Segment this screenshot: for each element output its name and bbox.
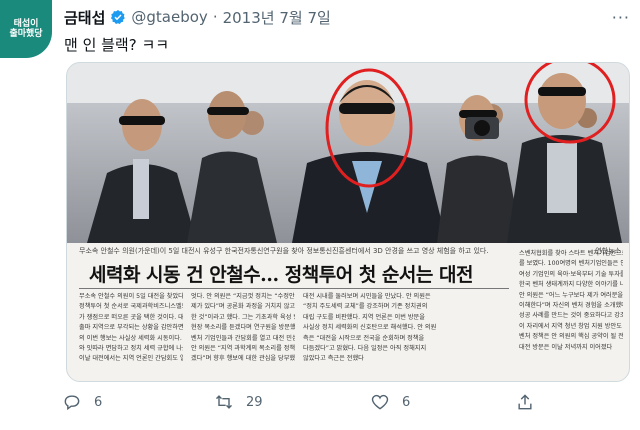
verified-badge-icon xyxy=(111,10,126,24)
reply-icon xyxy=(64,395,80,411)
more-options-icon[interactable]: ··· xyxy=(612,8,630,27)
share-button[interactable] xyxy=(515,392,535,412)
column-line: “정치 주도세력 교체”를 강조하며 기존 정치권의 xyxy=(303,303,428,311)
column-line: 제가 있다”며 공론화 과정을 거치지 않고 일방적으로 xyxy=(191,303,295,311)
tweet-media[interactable]: 무소속 안철수 의원(가운데)이 5일 대전시 유성구 한국전자통신연구원을 찾… xyxy=(66,62,630,382)
column-line: 측은 “대전을 시작으로 전국을 순회하며 정책을 xyxy=(303,334,425,342)
column-line: 벤처 정책은 안 의원의 핵심 공약이 될 전망이다 xyxy=(519,333,623,341)
avatar-text: 태섭이 출마했당 xyxy=(9,19,43,39)
column-line: 정책투어 첫 순서로 국제과학비즈니스벨트 수정 문제 xyxy=(79,303,183,311)
column-line: 의 이번 행보는 사실상 세력화 시동이다. 지역 인사 xyxy=(79,334,183,342)
tweet-actions: 6 29 6 xyxy=(60,392,630,416)
column-line: 여성 기업인의 육아·보육부터 기술 투자를 키우는 xyxy=(519,270,623,278)
column-line: 대전 방문은 이날 저녁까지 이어졌다 xyxy=(519,343,613,351)
column-line: 와 잇따라 면담하고 정치 세력 규합에 나섰다 xyxy=(79,344,183,352)
news-photo xyxy=(67,63,629,243)
avatar[interactable]: 태섭이 출마했당 xyxy=(0,0,52,58)
article-column-4: 스벤처협회를 찾아 스타트 벤처기업인으로서의 면모 를 보였다. 100여명의… xyxy=(519,249,623,353)
column-line: 한 것”이라고 했다. 그는 기초과학 육성 방안에 대해 xyxy=(191,313,295,321)
column-line: 한국 벤처 생태계까지 다양한 이야기를 나눴다 xyxy=(519,281,623,289)
article-column-2: 엇다. 안 의원은 “지금껏 정치는 “수정안에 두 가지 문 제가 있다”며 … xyxy=(191,292,295,365)
reply-count: 6 xyxy=(94,394,103,410)
column-line: 출마 지역으로 부각되는 상황을 감안하면 안 의원 xyxy=(79,324,183,332)
column-line: 겠다”며 향후 행보에 대한 관심을 당부했다 xyxy=(191,355,295,363)
tweet-text: 맨 인 블랙? ㅋㅋ xyxy=(64,36,170,54)
retweet-button[interactable]: 29 xyxy=(214,392,263,412)
column-line: 안 의원은 “어느 누구보다 제가 여러분을 잘 xyxy=(519,291,623,299)
article-column-3: 대전 시내를 둘러보며 시민들을 만났다. 안 의원은 “정치 주도세력 교체”… xyxy=(303,292,513,365)
column-line: 대전 시내를 둘러보며 시민들을 만났다. 안 의원은 xyxy=(303,293,431,300)
reply-button[interactable]: 6 xyxy=(62,392,102,412)
column-line: 무소속 안철수 의원이 5일 대전을 찾았다. 지역 xyxy=(79,293,183,300)
column-line: 사실상 정치 세력화의 신호탄으로 해석했다. 안 의원 xyxy=(303,324,437,332)
timestamp[interactable]: 2013년 7월 7일 xyxy=(223,7,331,28)
column-line: 안 의원은 “지역 과학계의 목소리를 정책에 반영하 xyxy=(191,344,295,352)
column-line: 를 보였다. 100여명의 벤처기업인들은 안 의원에게 xyxy=(519,260,623,268)
display-name[interactable]: 금태섭 xyxy=(64,7,105,28)
column-line: 이 자리에서 지역 청년 창업 지원 방안도 논의됐다 xyxy=(519,322,623,330)
column-line: 성공 사례를 만드는 것이 중요하다고 강조했다 xyxy=(519,312,623,320)
article-headline: 세력화 시동 건 안철수… 정책투어 첫 순서는 대전 xyxy=(89,264,473,286)
column-line: 대립 구도를 비판했다. 지역 언론은 이번 방문을 xyxy=(303,313,425,321)
column-line: 않았다고 측근은 전했다 xyxy=(303,355,364,363)
column-line: 이날 대전에서는 지역 언론인 간담회도 열었다 xyxy=(79,355,183,363)
column-line: 이해한다”며 자신의 벤처 경험을 소개했다. 그는 xyxy=(519,301,623,309)
like-button[interactable]: 6 xyxy=(370,392,410,412)
heart-icon xyxy=(371,394,389,410)
column-line: 벤처 기업인들과 간담회를 열고 대전 민심을 살폈다 xyxy=(191,334,295,342)
column-line: 스벤처협회를 찾아 스타트 벤처기업인으로서의 면모 xyxy=(519,250,623,257)
handle[interactable]: @gtaeboy xyxy=(131,8,207,26)
column-line: 다듬겠다”고 밝혔다. 다음 일정은 아직 정해지지 xyxy=(303,344,427,352)
column-line: 현장 목소리를 듣겠다며 연구원을 방문했다. 이어 xyxy=(191,324,295,332)
share-icon xyxy=(518,394,532,410)
tweet-header: 금태섭 @gtaeboy · 2013년 7월 7일 xyxy=(64,6,331,28)
like-count: 6 xyxy=(402,394,411,410)
headline-rule xyxy=(79,288,509,289)
retweet-icon xyxy=(215,395,233,409)
article-column-1: 무소속 안철수 의원이 5일 대전을 찾았다. 지역 정책투어 첫 순서로 국제… xyxy=(79,292,183,365)
column-line: 엇다. 안 의원은 “지금껏 정치는 “수정안에 두 가지 문 xyxy=(191,293,295,300)
separator-dot: · xyxy=(212,8,218,26)
column-line: 가 쟁점으로 떠오른 곳을 택한 것이다. 대통령 지지 xyxy=(79,313,183,321)
retweet-count: 29 xyxy=(246,394,263,410)
